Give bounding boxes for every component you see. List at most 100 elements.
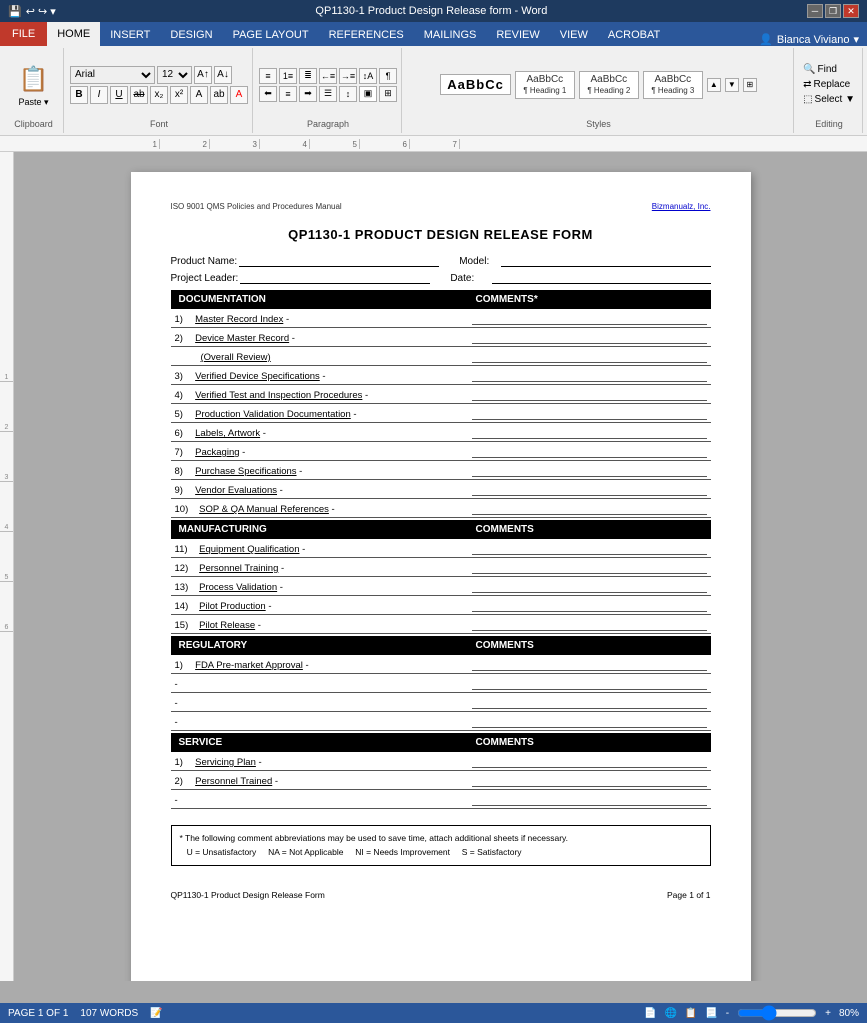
strikethrough-button[interactable]: ab [130,86,148,104]
view-web-icon[interactable]: 🌐 [664,1008,676,1019]
close-button[interactable]: ✕ [843,4,859,18]
paste-button[interactable]: 📋 [12,62,56,97]
ruler-marks: 1 2 3 4 5 6 7 [110,139,460,149]
shading-button[interactable]: ▣ [359,86,377,102]
svc-item-2: 2) Personnel Trained - [171,771,468,790]
editing-content: 🔍 Find ⇄ Replace ⬚ Select ▼ [800,50,858,119]
item-12: 12) Personnel Training - [171,558,468,577]
align-left-button[interactable]: ⬅ [259,86,277,102]
view-draft-icon[interactable]: 📃 [705,1008,717,1019]
minimize-button[interactable]: ─ [807,4,823,18]
font-family-select[interactable]: Arial [70,66,155,84]
font-color-button[interactable]: A [230,86,248,104]
justify-button[interactable]: ☰ [319,86,337,102]
align-center-button[interactable]: ≡ [279,86,297,102]
item-15-comment [468,615,711,634]
replace-label: Replace [813,79,850,90]
tab-references[interactable]: REFERENCES [319,24,414,46]
font-controls: Arial 12 A↑ A↓ B I U ab x₂ x² A ab [70,66,248,104]
model-field[interactable] [501,256,710,267]
select-label: Select ▼ [815,94,855,105]
font-size-select[interactable]: 12 [157,66,192,84]
select-icon: ⬚ [803,94,812,105]
sort-button[interactable]: ↕A [359,68,377,84]
project-leader-field[interactable] [240,273,430,284]
table-row: (Overall Review) [171,347,711,366]
replace-button[interactable]: ⇄ Replace [800,78,858,91]
date-field[interactable] [492,273,710,284]
paste-arrow[interactable]: Paste ▾ [18,97,48,108]
left-ruler: 1 2 3 4 5 6 [0,152,14,981]
view-outline-icon[interactable]: 📋 [685,1008,697,1019]
tab-file[interactable]: FILE [0,22,47,46]
highlight-button[interactable]: ab [210,86,228,104]
item-3-comment [468,366,711,385]
bold-button[interactable]: B [70,86,88,104]
product-name-row: Product Name: Model: [171,256,711,267]
multilevel-button[interactable]: ≣ [299,68,317,84]
zoom-level: 80% [839,1008,859,1019]
bullets-button[interactable]: ≡ [259,68,277,84]
zoom-slider[interactable] [737,1009,817,1017]
styles-scroll-down[interactable]: ▼ [725,78,739,92]
manufacturing-header-row: MANUFACTURING COMMENTS [171,520,711,539]
decrease-indent-button[interactable]: ←≡ [319,68,337,84]
editing-section: 🔍 Find ⇄ Replace ⬚ Select ▼ Editing [796,48,863,133]
item-5-comment [468,404,711,423]
italic-button[interactable]: I [90,86,108,104]
line-spacing-button[interactable]: ↕ [339,86,357,102]
tab-mailings[interactable]: MAILINGS [414,24,487,46]
view-print-icon[interactable]: 📄 [644,1008,656,1019]
zoom-in-button[interactable]: + [825,1008,831,1019]
styles-expand[interactable]: ⊞ [743,78,757,92]
user-name: Bianca Viviano [777,34,850,46]
regulatory-header-row: REGULATORY COMMENTS [171,636,711,655]
svc-item-1-comment [468,752,711,771]
style-heading1[interactable]: AaBbCc¶ Heading 1 [515,71,575,99]
restore-button[interactable]: ❐ [825,4,841,18]
style-normal[interactable]: AaBbCc [440,74,511,95]
product-name-label: Product Name: [171,256,238,267]
item-2-comment [468,328,711,347]
numbering-button[interactable]: 1≡ [279,68,297,84]
tab-acrobat[interactable]: ACROBAT [598,24,670,46]
find-button[interactable]: 🔍 Find [800,63,858,76]
tab-design[interactable]: DESIGN [160,24,222,46]
item-9: 9) Vendor Evaluations - [171,480,468,499]
clipboard-section: 📋 Paste ▾ Clipboard [4,48,64,133]
clipboard-label: Clipboard [14,119,53,131]
show-formatting-button[interactable]: ¶ [379,68,397,84]
page-footer-right: Page 1 of 1 [667,890,710,900]
superscript-button[interactable]: x² [170,86,188,104]
table-row: 12) Personnel Training - [171,558,711,577]
tab-insert[interactable]: INSERT [100,24,160,46]
borders-button[interactable]: ⊞ [379,86,397,102]
underline-button[interactable]: U [110,86,128,104]
tab-page-layout[interactable]: PAGE LAYOUT [223,24,319,46]
tab-view[interactable]: VIEW [550,24,598,46]
date-label: Date: [450,273,490,284]
item-3: 3) Verified Device Specifications - [171,366,468,385]
style-heading2[interactable]: AaBbCc¶ Heading 2 [579,71,639,99]
service-table: SERVICE COMMENTS 1) Servicing Plan - 2) … [171,733,711,809]
item-1-comment [468,309,711,328]
text-effects-button[interactable]: A [190,86,208,104]
product-name-field[interactable] [239,256,439,267]
item-14-comment [468,596,711,615]
grow-font-button[interactable]: A↑ [194,66,212,84]
align-right-button[interactable]: ➡ [299,86,317,102]
styles-label: Styles [586,119,611,131]
styles-scroll-up[interactable]: ▲ [707,78,721,92]
shrink-font-button[interactable]: A↓ [214,66,232,84]
table-row: 15) Pilot Release - [171,615,711,634]
tab-home[interactable]: HOME [47,22,100,46]
select-button[interactable]: ⬚ Select ▼ [800,93,858,106]
item-7: 7) Packaging - [171,442,468,461]
tab-review[interactable]: REVIEW [486,24,549,46]
page-footer-left: QP1130-1 Product Design Release Form [171,890,325,900]
subscript-button[interactable]: x₂ [150,86,168,104]
quick-access: ↩ ↪ ▾ [26,5,56,18]
style-heading3[interactable]: AaBbCc¶ Heading 3 [643,71,703,99]
increase-indent-button[interactable]: →≡ [339,68,357,84]
zoom-out-button[interactable]: - [726,1008,729,1019]
